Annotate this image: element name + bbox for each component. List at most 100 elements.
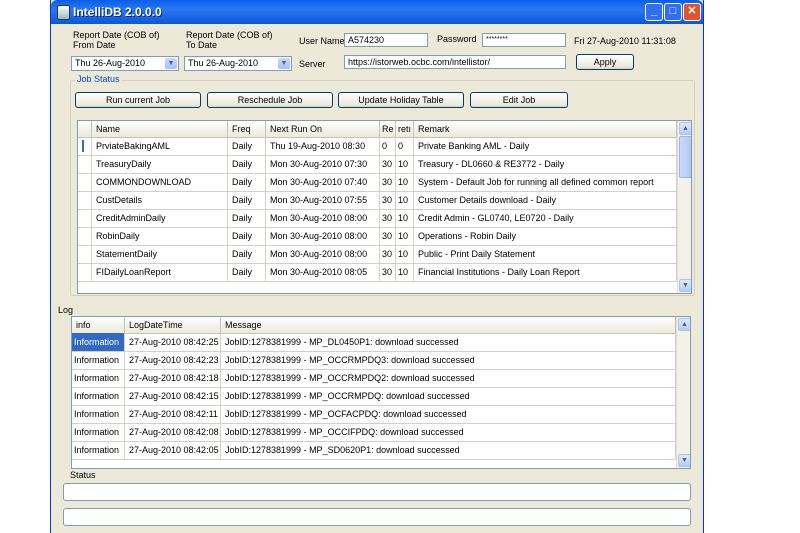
log-row[interactable]: Information 27-Aug-2010 08:42:23 JobID:127… [72,351,676,370]
job-table-header: Name Freq Next Run On Re retı Remark [78,121,677,138]
chevron-down-icon[interactable]: ▼ [165,58,177,69]
log-row[interactable]: Information 27-Aug-2010 08:42:15 JobID:127… [72,387,676,406]
table-cell: 10 [396,191,414,209]
table-cell: 10 [396,173,414,191]
log-cell: 27-Aug-2010 08:42:15 [125,387,221,405]
row-selector[interactable] [78,155,92,173]
reschedule-job-button[interactable]: Reschedule Job [207,92,333,108]
scroll-down-icon[interactable]: ▼ [678,454,690,467]
row-selector[interactable] [78,191,92,209]
log-cell: JobID:1278381999 - MP_OCCRMPDQ3: downloa… [221,351,676,369]
column-header-retry[interactable]: retı [396,121,414,137]
table-row[interactable]: FIDailyLoanReport Daily Mon 30-Aug-2010 08… [78,263,677,282]
table-cell: 10 [396,245,414,263]
maximize-button[interactable]: □ [664,3,682,21]
table-row[interactable]: StatementDaily Daily Mon 30-Aug-2010 08:00… [78,245,677,264]
column-header-message[interactable]: Message [221,317,676,333]
username-label: User Name [299,36,345,46]
log-cell: Information [72,387,125,405]
scrollbar-thumb[interactable] [679,136,691,178]
table-cell: Mon 30-Aug-2010 08:00 [266,245,380,263]
log-cell: 27-Aug-2010 08:42:08 [125,423,221,441]
table-row[interactable]: CustDetails Daily Mon 30-Aug-2010 07:55 30 1… [78,191,677,210]
to-date-picker[interactable]: Thu 26-Aug-2010 ▼ [184,56,292,71]
log-row[interactable]: Information 27-Aug-2010 08:42:18 JobID:127… [72,369,676,388]
title-bar[interactable]: IntelliDB 2.0.0.0 _ □ ✕ [51,0,703,24]
row-selector[interactable] [78,227,92,245]
from-date-label: Report Date (COB of) [73,30,160,40]
status-box-primary [63,483,691,501]
apply-button[interactable]: Apply [576,54,634,70]
table-cell: Mon 30-Aug-2010 08:00 [266,209,380,227]
table-cell: Financial Institutions - Daily Loan Repo… [414,263,677,281]
edit-job-button[interactable]: Edit Job [470,92,568,108]
log-cell: 27-Aug-2010 08:42:18 [125,369,221,387]
username-field[interactable]: A574230 [344,33,428,47]
table-cell: RobinDaily [92,227,228,245]
job-table[interactable]: Name Freq Next Run On Re retı Remark Prv… [77,120,692,294]
server-field[interactable]: https://istorweb.ocbc.com/intellistor/ [344,55,566,69]
minimize-button[interactable]: _ [645,3,663,21]
column-header-remark[interactable]: Remark [414,121,677,137]
column-header-name[interactable]: Name [92,121,228,137]
log-row[interactable]: Information 27-Aug-2010 08:42:08 JobID:127… [72,423,676,442]
table-row[interactable]: COMMONDOWNLOAD Daily Mon 30-Aug-2010 07:40… [78,173,677,192]
table-cell: Credit Admin - GL0740, LE0720 - Daily [414,209,677,227]
table-cell: PrviateBakingAML [92,137,228,155]
scroll-up-icon[interactable]: ▲ [679,122,691,135]
from-date-sublabel: From Date [73,40,116,50]
log-cell: JobID:1278381999 - MP_DL0450P1: download… [221,333,676,351]
column-header-re[interactable]: Re [380,121,396,137]
log-row[interactable]: Information 27-Aug-2010 08:42:05 JobID:127… [72,441,676,460]
scroll-up-icon[interactable]: ▲ [678,318,690,331]
row-selector[interactable] [78,209,92,227]
column-header-next-run[interactable]: Next Run On [266,121,380,137]
row-selector[interactable] [78,263,92,281]
chevron-down-icon[interactable]: ▼ [278,58,290,69]
close-button[interactable]: ✕ [683,3,701,21]
log-cell: 27-Aug-2010 08:42:25 [125,333,221,351]
from-date-picker[interactable]: Thu 26-Aug-2010 ▼ [71,56,179,71]
table-cell: Mon 30-Aug-2010 08:05 [266,263,380,281]
log-table-scrollbar[interactable]: ▲ ▼ [676,317,690,468]
table-cell: Thu 19-Aug-2010 08:30 [266,137,380,155]
password-field[interactable]: ******** [482,33,566,47]
app-icon [57,5,70,20]
column-header-freq[interactable]: Freq [228,121,266,137]
to-date-sublabel: To Date [186,40,218,50]
table-row[interactable]: RobinDaily Daily Mon 30-Aug-2010 08:00 30 10… [78,227,677,246]
table-row[interactable]: TreasuryDaily Daily Mon 30-Aug-2010 07:30 3… [78,155,677,174]
row-selector[interactable] [78,137,92,155]
table-cell: TreasuryDaily [92,155,228,173]
table-cell: System - Default Job for running all def… [414,173,677,191]
to-date-value: Thu 26-Aug-2010 [188,58,259,68]
row-selector[interactable] [78,173,92,191]
job-status-legend: Job Status [75,74,122,84]
column-header-info[interactable]: info [72,317,125,333]
table-cell: CustDetails [92,191,228,209]
run-current-job-button[interactable]: Run current Job [75,92,201,108]
table-cell: Daily [228,227,266,245]
job-table-scrollbar[interactable]: ▲ ▼ [677,121,691,293]
log-table-header: info LogDateTime Message [72,317,676,334]
table-cell: 30 [380,191,396,209]
table-cell: StatementDaily [92,245,228,263]
table-cell: 30 [380,227,396,245]
table-cell: Treasury - DL0660 & RE3772 - Daily [414,155,677,173]
log-cell: JobID:1278381999 - MP_SD0620P1: download… [221,441,676,459]
row-selector[interactable] [78,245,92,263]
table-row[interactable]: CreditAdminDaily Daily Mon 30-Aug-2010 08:… [78,209,677,228]
log-cell: Information [72,405,125,423]
table-cell: Daily [228,263,266,281]
log-row[interactable]: Information 27-Aug-2010 08:42:11 JobID:127… [72,405,676,424]
log-cell: Information [72,351,125,369]
column-header-logdatetime[interactable]: LogDateTime [125,317,221,333]
table-cell: 10 [396,227,414,245]
log-table[interactable]: info LogDateTime Message Information 27-A… [71,316,691,469]
table-cell: 10 [396,209,414,227]
table-row[interactable]: PrviateBakingAML Daily Thu 19-Aug-2010 08:… [78,137,677,156]
update-holiday-table-button[interactable]: Update Holiday Table [338,92,464,108]
table-cell: 30 [380,173,396,191]
scroll-down-icon[interactable]: ▼ [679,279,691,292]
log-row[interactable]: Information 27-Aug-2010 08:42:25 JobID:127… [72,333,676,352]
